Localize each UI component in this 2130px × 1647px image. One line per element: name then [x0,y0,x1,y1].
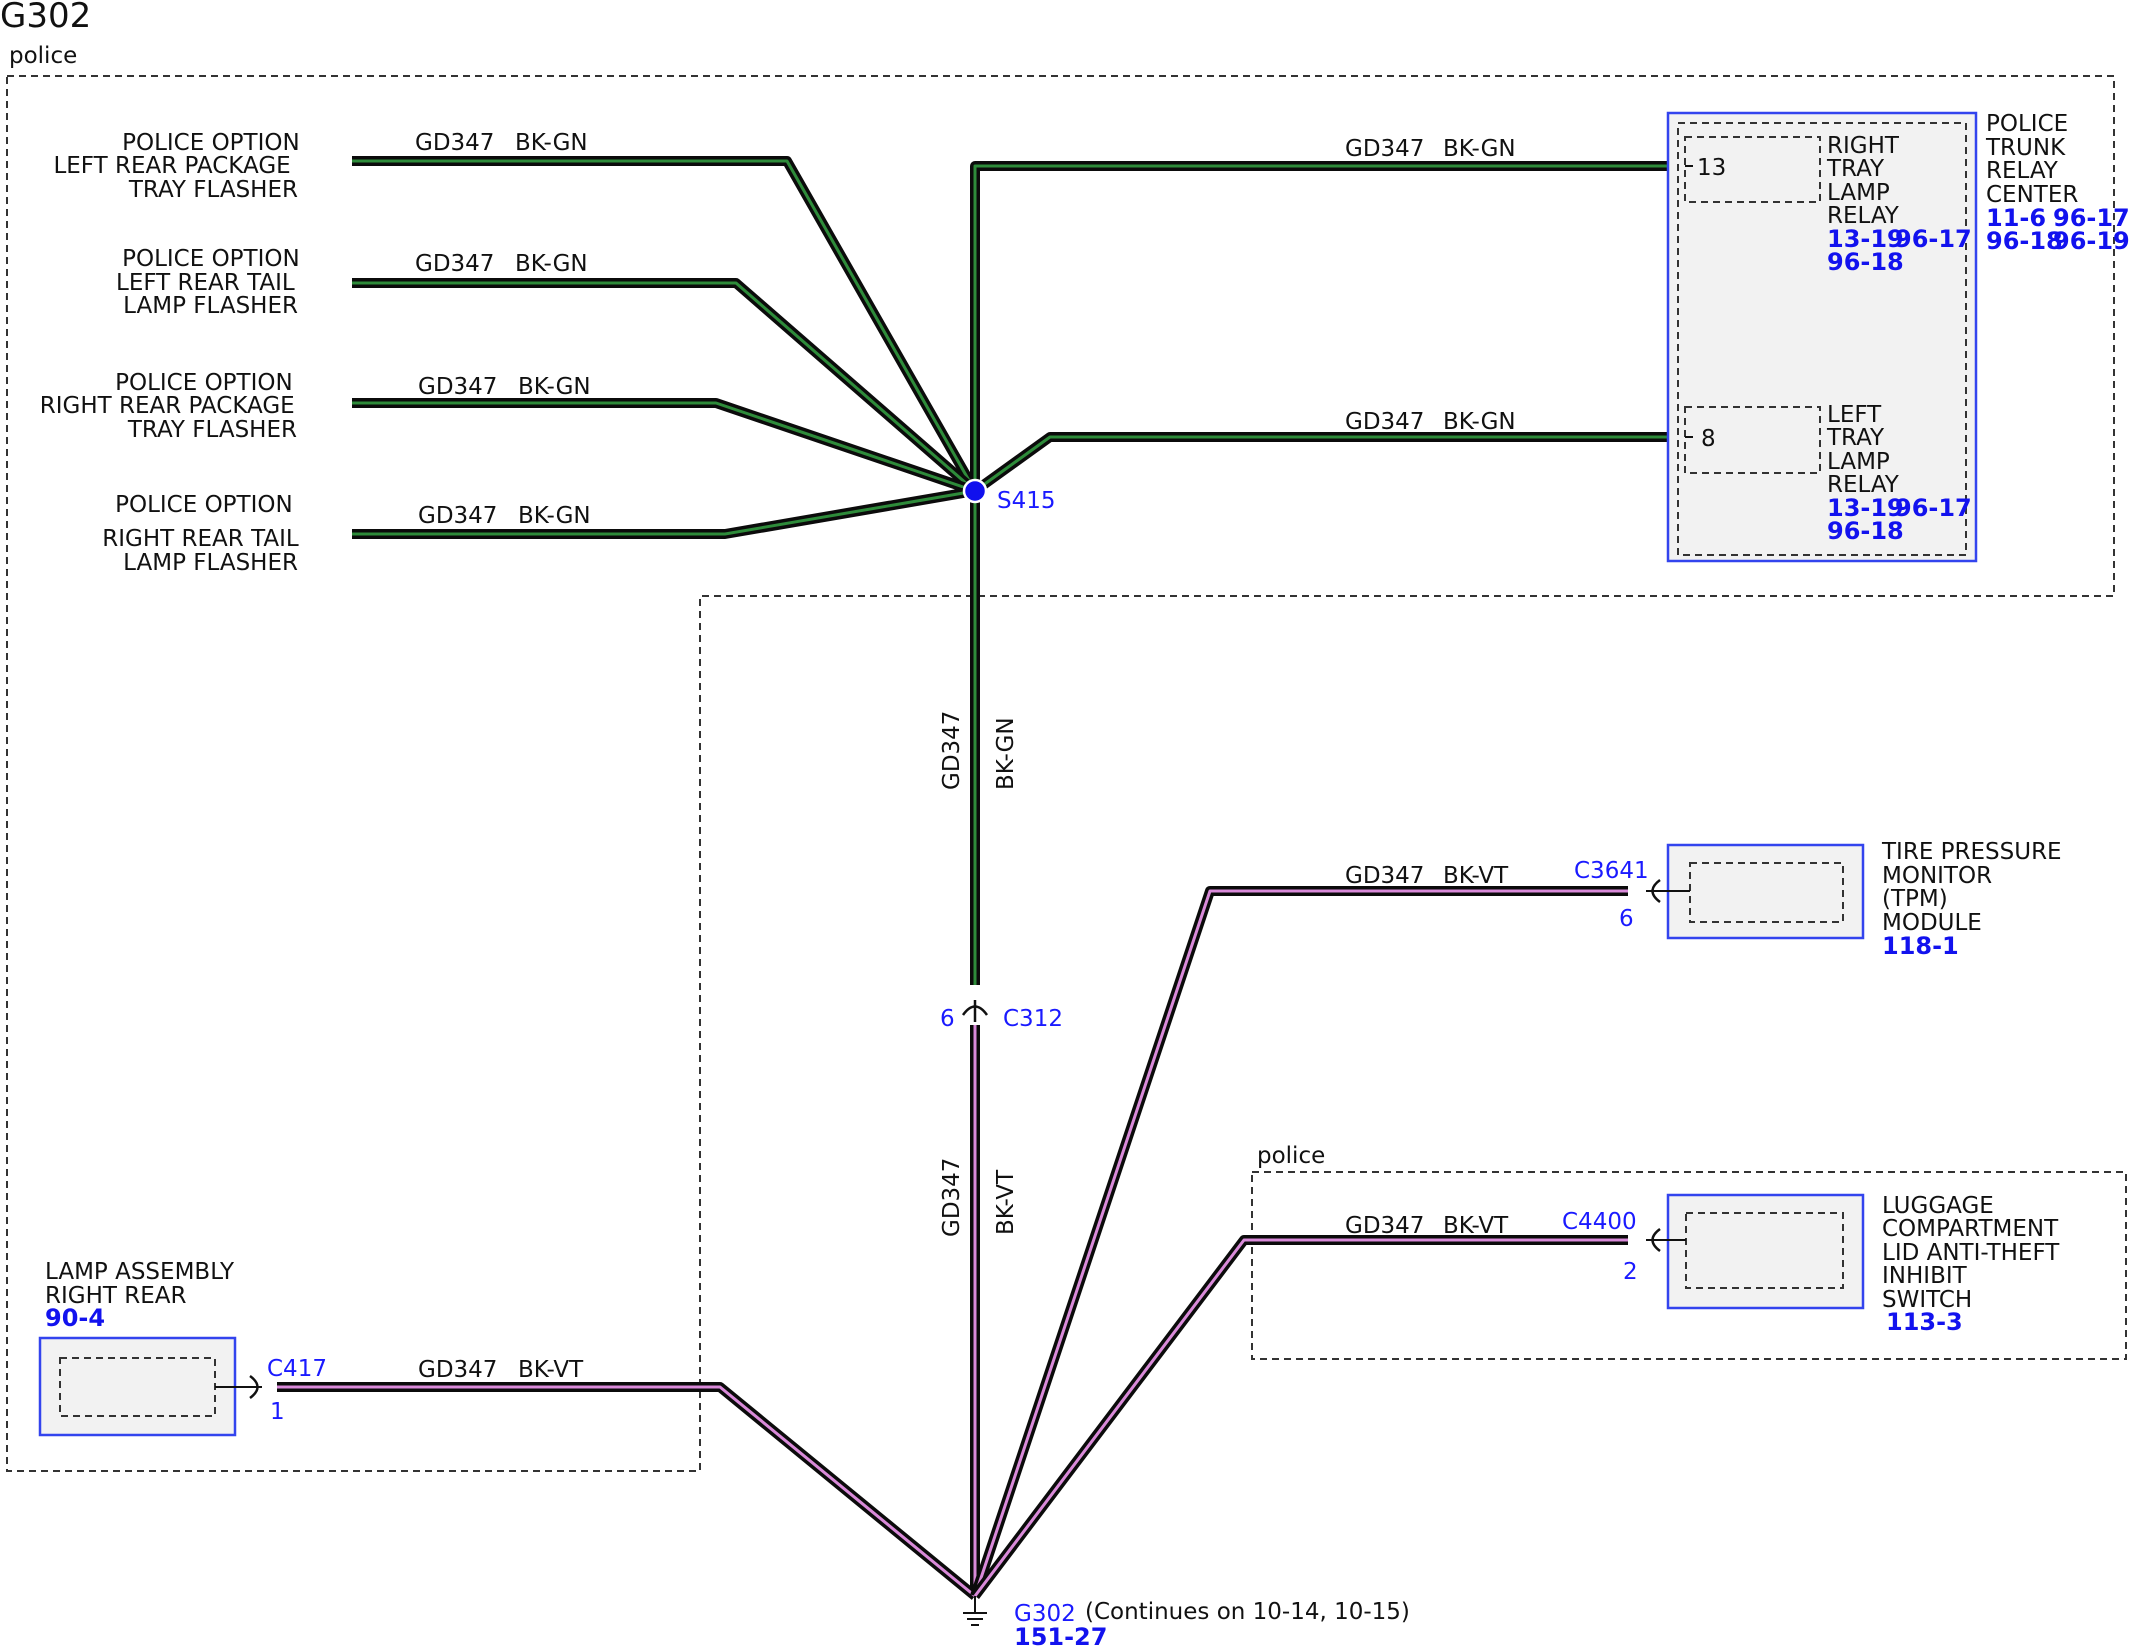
wire-label-color: BK-VT [518,1357,584,1383]
wire-label-circuit: GD347 [1345,409,1424,435]
wire-label-color: BK-GN [1443,409,1516,435]
wire-label-color: BK-GN [515,130,588,156]
lamp-assembly[interactable] [38,1336,262,1437]
splice-s415[interactable] [962,478,988,504]
wire-to-right-tray-relay[interactable] [970,161,1668,491]
wire-label-circuit: GD347 [418,374,497,400]
wire-stripe [352,159,977,492]
relay-center-ref[interactable]: 96-18 [1986,227,2063,255]
left-tray-relay-pin: 8 [1701,426,1716,452]
c312-pin: 6 [940,1006,955,1032]
luggage-label: LUGGAGE COMPARTMENT LID ANTI-THEFT INHIB… [1882,1193,2067,1313]
wire-label-circuit: GD347 [418,503,497,529]
right-tray-relay-label: RIGHT TRAY LAMP RELAY [1826,133,1906,229]
wire-label-color: BK-GN [515,251,588,277]
ground-symbol[interactable] [963,1596,987,1626]
wire-label-color: BK-GN [1443,136,1516,162]
wire-label-circuit: GD347 [418,1357,497,1383]
relay-center[interactable]: 13 RIGHT TRAY LAMP RELAY 13-19 96-17 96-… [1666,111,1978,563]
wire-lamp-to-ground[interactable] [277,1382,979,1600]
tpm-module-box [1666,843,1865,940]
tpm-ref[interactable]: 118-1 [1882,932,1959,960]
left-source-labels: POLICE OPTION LEFT REAR PACKAGE TRAY FLA… [40,130,307,576]
source-label-right-rear-tail: POLICE OPTION RIGHT REAR TAIL LAMP FLASH… [102,492,306,576]
luggage-connector-label: C4400 [1562,1209,1637,1235]
ground-ref[interactable]: 151-27 [1014,1623,1107,1647]
wire-label-color: BK-VT [1443,1213,1509,1239]
right-tray-relay-pin: 13 [1697,155,1726,181]
wire-to-left-tray-relay[interactable] [972,432,1668,496]
police-region-label: police [9,43,77,69]
right-tray-relay-ref[interactable]: 96-18 [1827,248,1904,276]
source-label-left-rear-package: POLICE OPTION LEFT REAR PACKAGE TRAY FLA… [53,130,307,203]
wires-bk-vt [277,886,1628,1600]
lamp-label: LAMP ASSEMBLY RIGHT REAR [45,1259,241,1309]
wire-label-circuit: GD347 [415,251,494,277]
right-tray-relay-ref[interactable]: 96-17 [1895,225,1972,253]
tpm-label: TIRE PRESSURE MONITOR (TPM) MODULE [1881,839,2069,936]
wire-label-color: BK-GN [518,503,591,529]
wire-label-circuit: GD347 [1345,136,1424,162]
wire-stripe [277,1385,976,1598]
wire-label-color: BK-VT [1443,863,1509,889]
wire-label-color-vertical: BK-GN [993,717,1019,790]
lamp-assembly-box [38,1336,237,1437]
wires-bk-gn [352,156,1668,985]
relay-center-ref[interactable]: 96-19 [2053,227,2130,255]
tpm-pin: 6 [1619,906,1634,932]
splice-label: S415 [997,488,1056,514]
tpm-module[interactable] [1646,843,1865,940]
police-region-luggage-label: police [1257,1143,1325,1169]
c312-label: C312 [1003,1006,1063,1032]
source-label-right-rear-package: POLICE OPTION RIGHT REAR PACKAGE TRAY FL… [40,370,302,443]
wire-label-circuit: GD347 [1345,1213,1424,1239]
lamp-ref[interactable]: 90-4 [45,1304,105,1332]
wire-stripe [974,435,1668,493]
wire-label-color-vertical: BK-VT [993,1169,1019,1235]
luggage-switch-box [1666,1193,1865,1310]
lamp-connector-label: C417 [267,1356,327,1382]
wire-label-circuit-vertical: GD347 [939,1158,965,1237]
connector-c312[interactable] [961,1000,989,1022]
wire-label-circuit: GD347 [415,130,494,156]
diagram-title: G302 [0,0,91,36]
left-tray-relay-ref[interactable]: 96-18 [1827,517,1904,545]
wiring-diagram: G302 police police GD347 BK-GN GD347 BK-… [0,0,2130,1647]
wire-stripe [973,164,1668,491]
relay-center-label: POLICE TRUNK RELAY CENTER [1985,111,2078,208]
luggage-ref[interactable]: 113-3 [1886,1308,1963,1336]
luggage-pin: 2 [1623,1259,1638,1285]
luggage-switch[interactable] [1646,1193,1865,1310]
left-tray-relay-ref[interactable]: 96-17 [1895,494,1972,522]
wire-label-circuit-vertical: GD347 [939,711,965,790]
tpm-connector-label: C3641 [1574,858,1649,884]
source-label-left-rear-tail: POLICE OPTION LEFT REAR TAIL LAMP FLASHE… [116,246,307,319]
wire-label-color: BK-GN [518,374,591,400]
lamp-pin: 1 [270,1399,285,1425]
wire-labels: GD347 BK-GN GD347 BK-GN GD347 BK-GN GD34… [415,130,1516,1383]
wire-label-circuit: GD347 [1345,863,1424,889]
ground-note: (Continues on 10-14, 10-15) [1085,1599,1410,1625]
